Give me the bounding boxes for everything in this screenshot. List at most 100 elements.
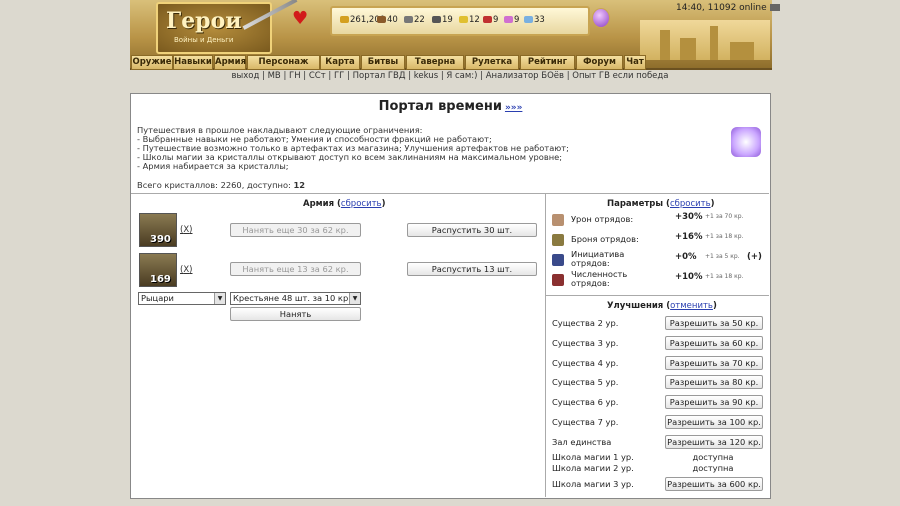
hire-more-button[interactable]: Нанять еще 13 за 62 кр. (230, 262, 361, 276)
resource-value: 19 (442, 15, 453, 25)
resource-value: 22 (414, 15, 425, 25)
upgrades-heading: Улучшения (отменить) (607, 301, 717, 311)
more-link[interactable]: »»» (505, 103, 522, 113)
param-row: Инициатива отрядов: +0% +1 за 5 кр. (+) (552, 249, 767, 270)
total-label: Всего кристаллов: 2260, доступно: (137, 180, 291, 190)
nav-tab[interactable]: Оружие (131, 55, 173, 70)
divider (131, 193, 769, 194)
portal-description: Путешествия в прошлое накладывают следую… (137, 125, 569, 171)
faction-select[interactable]: Рыцари ▼ (138, 292, 226, 305)
param-step-cost: +1 за 18 кр. (705, 273, 744, 280)
chevron-down-icon: ▼ (214, 293, 225, 304)
nav-tab[interactable]: Рулетка (465, 55, 519, 70)
resource-value: 12 (469, 15, 480, 25)
dismiss-button[interactable]: Распустить 13 шт. (407, 262, 537, 276)
divider (545, 193, 546, 497)
portal-title: Портал времени (378, 99, 502, 114)
unit-value: Крестьяне 48 шт. за 10 кр. (233, 293, 351, 303)
crystal-total: Всего кристаллов: 2260, доступно: 12 (137, 180, 305, 190)
unlock-button[interactable]: Разрешить за 600 кр. (665, 477, 763, 491)
game-logo[interactable]: Герои Войны и Деньги (156, 2, 272, 54)
params-title: Параметры (607, 199, 664, 209)
faction-value: Рыцари (141, 293, 174, 303)
param-label: Броня отрядов: (571, 234, 639, 244)
nav-tab[interactable]: Таверна (406, 55, 464, 70)
divider (546, 295, 769, 296)
unit-portrait[interactable]: 169 (139, 253, 177, 287)
upgrade-label: Существа 5 ур. (552, 377, 619, 388)
ore-icon (404, 16, 413, 23)
city-banner (640, 20, 770, 60)
resource-ore: 22 (404, 15, 425, 25)
resource-value: 9 (493, 15, 499, 25)
param-label: Урон отрядов: (571, 214, 634, 224)
unlock-button[interactable]: Разрешить за 50 кр. (665, 316, 763, 330)
main-nav: Оружие Навыки Армия Персонаж Карта Битвы Тавер… (130, 55, 772, 70)
initiative-icon (552, 254, 564, 266)
unlock-button[interactable]: Разрешить за 100 кр. (665, 415, 763, 429)
nav-tab[interactable]: Битвы (361, 55, 405, 70)
heart-icon[interactable]: ♥ (292, 8, 308, 29)
param-label: Инициатива отрядов: (571, 249, 625, 268)
remove-label: X (183, 225, 190, 235)
upgrade-label: Зал единства (552, 436, 612, 447)
mercury-icon (432, 16, 441, 23)
nav-tab[interactable]: Чат (624, 55, 646, 70)
nav-tab[interactable]: Рейтинг (520, 55, 575, 70)
param-step-cost: +1 за 5 кр. (705, 253, 740, 260)
resource-wood: 40 (377, 15, 398, 25)
dismiss-button[interactable]: Распустить 30 шт. (407, 223, 537, 237)
unit-count: 169 (150, 274, 171, 285)
nav-tab[interactable]: Армия (214, 55, 246, 70)
crystals-available: 12 (293, 180, 305, 190)
param-row: Броня отрядов: +16% +1 за 18 кр. (552, 232, 767, 250)
army-reset-link[interactable]: сбросить (341, 199, 382, 209)
logo-subtitle: Войны и Деньги (174, 36, 234, 44)
clock-text: 14:40, 11092 online (676, 3, 767, 13)
unlock-button[interactable]: Разрешить за 80 кр. (665, 375, 763, 390)
page-title: Портал времени»»» (130, 99, 771, 114)
param-label: Численность отрядов: (571, 269, 628, 288)
resource-value: 40 (387, 15, 398, 25)
remove-unit-link[interactable]: (X) (180, 225, 192, 235)
nav-tab[interactable]: Навыки (173, 55, 213, 70)
count-icon (552, 274, 564, 286)
resource-bar: 261,200 40 22 19 12 9 9 33 (330, 6, 590, 36)
resource-value: 33 (534, 15, 545, 25)
gold-icon (340, 16, 349, 23)
upgrade-label: Существа 7 ур. (552, 417, 619, 427)
magic-school-status: доступна (692, 463, 734, 473)
mail-icon[interactable] (769, 4, 780, 11)
param-value: +30% (675, 212, 703, 222)
hire-more-button[interactable]: Нанять еще 30 за 62 кр. (230, 223, 361, 237)
damage-icon (552, 214, 564, 226)
param-step-cost: +1 за 18 кр. (705, 233, 744, 240)
param-value: +10% (675, 272, 703, 282)
unit-portrait[interactable]: 390 (139, 213, 177, 247)
magic-school-status: доступна (692, 452, 734, 462)
army-title: Армия (303, 199, 335, 209)
magic-school-label: Школа магии 3 ур. (552, 479, 634, 489)
unit-select[interactable]: Крестьяне 48 шт. за 10 кр. ▼ (230, 292, 361, 305)
quick-links[interactable]: выход | МВ | ГН | ССт | ГГ | Портал ГВД … (0, 71, 900, 81)
param-step-cost: +1 за 70 кр. (705, 213, 744, 220)
logo-title: Герои (166, 8, 242, 34)
nav-tab[interactable]: Форум (576, 55, 623, 70)
army-heading: Армия (сбросить) (303, 199, 386, 209)
unlock-button[interactable]: Разрешить за 70 кр. (665, 355, 763, 370)
params-reset-link[interactable]: сбросить (670, 199, 711, 209)
nav-tab[interactable]: Персонаж (247, 55, 320, 70)
hire-button[interactable]: Нанять (230, 307, 361, 321)
nav-tab[interactable]: Карта (320, 55, 360, 70)
unlock-button[interactable]: Разрешить за 60 кр. (665, 335, 763, 350)
param-increase-link[interactable]: (+) (747, 252, 762, 262)
unlock-button[interactable]: Разрешить за 90 кр. (665, 395, 763, 410)
upgrade-label: Существа 3 ур. (552, 337, 619, 348)
unlock-button[interactable]: Разрешить за 120 кр. (665, 434, 763, 449)
upgrades-cancel-link[interactable]: отменить (670, 301, 713, 311)
remove-unit-link[interactable]: (X) (180, 265, 192, 275)
resource-diamond: 33 (524, 15, 545, 25)
unit-count: 390 (150, 234, 171, 245)
gems-icon (504, 16, 513, 23)
mana-orb-icon[interactable] (592, 8, 610, 28)
